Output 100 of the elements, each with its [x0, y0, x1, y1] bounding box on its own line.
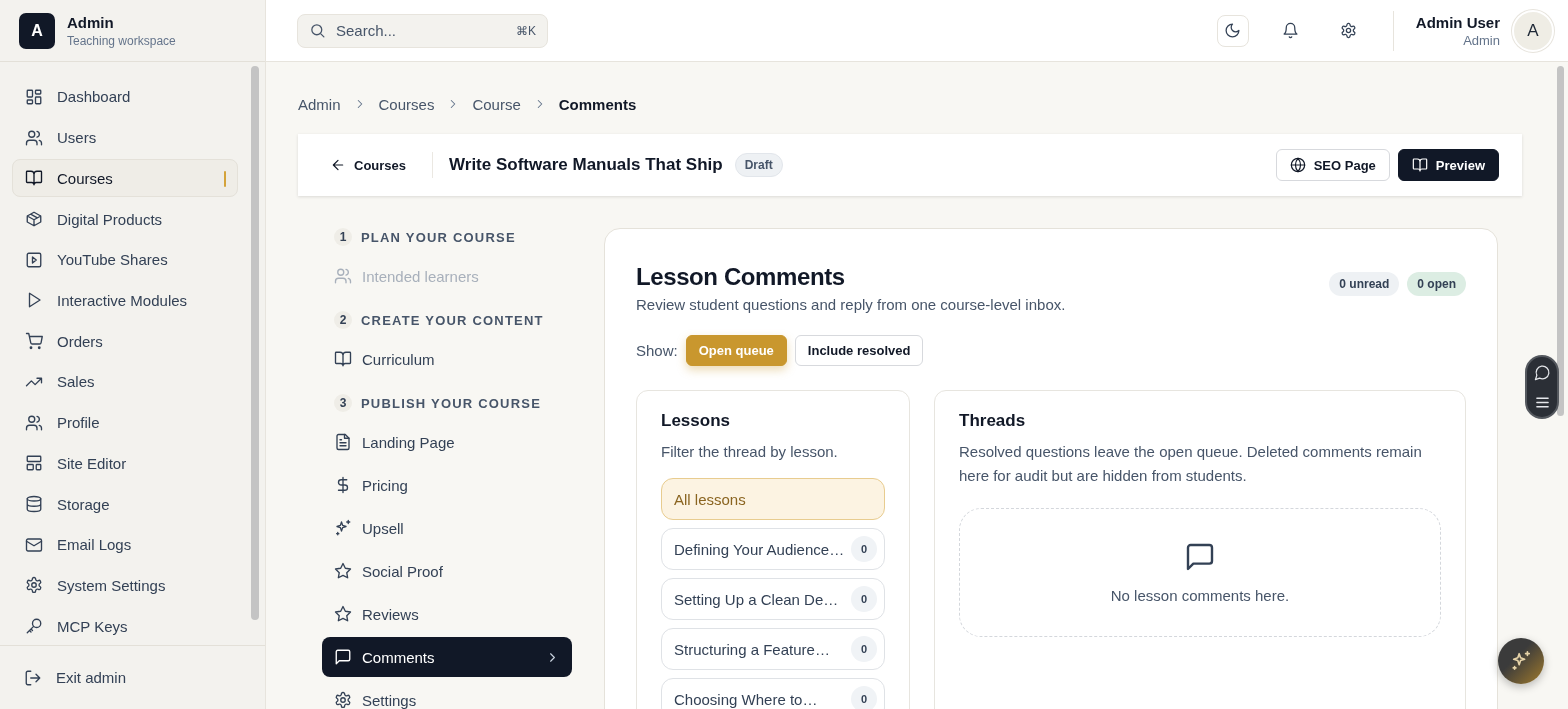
- step-title: CREATE YOUR CONTENT: [361, 312, 544, 328]
- comment-icon: [1184, 541, 1216, 573]
- panel-title: Threads: [959, 411, 1027, 431]
- breadcrumb-link[interactable]: Courses: [378, 95, 435, 113]
- logout-icon: [24, 668, 42, 687]
- cart-icon: [25, 332, 43, 351]
- step-nav-item[interactable]: Social Proof: [322, 551, 572, 591]
- key-icon: [25, 617, 43, 636]
- step-number: 1: [334, 228, 352, 246]
- breadcrumb-link[interactable]: Admin: [298, 95, 341, 113]
- moon-icon: [1224, 22, 1242, 39]
- workspace-logo: A: [19, 12, 55, 49]
- box-icon: [25, 210, 43, 228]
- chat-icon: [1533, 363, 1551, 381]
- filter-label: Show:: [636, 342, 678, 359]
- user-avatar[interactable]: A: [1512, 9, 1554, 52]
- step-nav-item[interactable]: Reviews: [322, 594, 572, 634]
- back-link[interactable]: Courses: [330, 152, 434, 178]
- settings-icon: [25, 576, 43, 595]
- lesson-filter-item[interactable]: All lessons: [661, 478, 885, 520]
- sidebar-item[interactable]: Email Logs: [12, 525, 238, 564]
- lesson-filter-item[interactable]: Structuring a Feature… 0: [661, 628, 885, 670]
- sidebar-item[interactable]: Dashboard: [12, 78, 238, 116]
- step-nav-item[interactable]: Pricing: [322, 465, 572, 505]
- lesson-filter-item[interactable]: Choosing Where to… 0: [661, 678, 885, 709]
- lesson-name: Choosing Where to…: [674, 690, 818, 708]
- filter-toggle[interactable]: Include resolved: [794, 335, 924, 366]
- users-icon: [25, 413, 43, 432]
- sidebar-item[interactable]: Site Editor: [12, 444, 238, 483]
- layout-icon: [25, 454, 43, 473]
- book-icon: [1411, 157, 1428, 173]
- lesson-name: Structuring a Feature…: [674, 640, 830, 658]
- search-icon: [309, 22, 326, 39]
- globe-icon: [1289, 157, 1306, 173]
- step-number: 3: [334, 394, 352, 412]
- count-badge: 0 open: [1407, 272, 1466, 296]
- search-input[interactable]: Search...: [334, 21, 508, 40]
- grid-icon: [25, 87, 43, 106]
- sparkle-icon: [1510, 650, 1532, 672]
- comment-icon: [334, 648, 352, 666]
- star-icon: [334, 605, 352, 623]
- book-icon: [334, 350, 352, 368]
- sidebar-item[interactable]: Storage: [12, 485, 238, 523]
- breadcrumb-link[interactable]: Course: [472, 95, 521, 113]
- preview-button[interactable]: Preview: [1397, 149, 1499, 181]
- search-field[interactable]: Search... ⌘K: [297, 13, 548, 48]
- sidebar-item[interactable]: Interactive Modules: [12, 281, 238, 320]
- sidebar-item[interactable]: Sales: [12, 363, 238, 401]
- seo-page-button[interactable]: SEO Page: [1275, 149, 1390, 181]
- sidebar-item[interactable]: Orders: [12, 322, 238, 361]
- workspace-name: Admin: [67, 13, 115, 31]
- sidebar-item[interactable]: Users: [12, 118, 238, 157]
- sidebar-item[interactable]: Digital Products: [12, 200, 238, 238]
- panel-title: Lessons: [661, 411, 731, 431]
- book-icon: [25, 169, 43, 188]
- step-nav-item[interactable]: Curriculum: [322, 339, 572, 379]
- step-nav-item[interactable]: Comments: [322, 637, 572, 677]
- breadcrumb-current: Comments: [558, 95, 637, 113]
- step-title: PUBLISH YOUR COURSE: [361, 395, 542, 411]
- shortcut-hint: ⌘K: [516, 23, 536, 38]
- step-title: PLAN YOUR COURSE: [361, 229, 516, 245]
- step-nav-item[interactable]: Upsell: [322, 508, 572, 548]
- lesson-name: Setting Up a Clean De…: [674, 590, 839, 608]
- exit-admin-link[interactable]: Exit admin: [0, 645, 265, 709]
- section-subtitle: Review student questions and reply from one course-level inbox.: [636, 296, 1066, 313]
- sidebar-item[interactable]: YouTube Shares: [12, 240, 238, 279]
- sidebar-item[interactable]: MCP Keys: [12, 607, 238, 645]
- section-title: Lesson Comments: [636, 263, 846, 291]
- step-nav-item[interactable]: Settings: [322, 680, 572, 709]
- database-icon: [25, 495, 43, 514]
- chat-button[interactable]: [1533, 363, 1551, 381]
- settings-icon: [334, 691, 352, 709]
- step-nav-item[interactable]: Landing Page: [322, 422, 572, 462]
- lesson-filter-item[interactable]: Setting Up a Clean De… 0: [661, 578, 885, 620]
- mail-icon: [25, 535, 43, 554]
- theme-toggle-button[interactable]: [1216, 14, 1249, 47]
- sidebar-item[interactable]: Courses: [12, 159, 238, 198]
- comment-count: 0: [851, 686, 877, 709]
- comment-count: 0: [851, 536, 877, 562]
- users-icon: [334, 267, 352, 285]
- back-arrow-icon: [330, 157, 346, 173]
- document-icon: [334, 433, 352, 451]
- lesson-name: Defining Your Audience…: [674, 540, 845, 558]
- sidebar-item[interactable]: System Settings: [12, 566, 238, 605]
- sparkle-icon: [334, 519, 352, 537]
- video-icon: [25, 250, 43, 269]
- active-indicator: [224, 171, 226, 188]
- lesson-filter-item[interactable]: Defining Your Audience… 0: [661, 528, 885, 570]
- empty-message: No lesson comments here.: [1110, 587, 1290, 604]
- step-number: 2: [334, 311, 352, 329]
- status-badge: Draft: [734, 153, 783, 177]
- workspace-subtitle: Teaching workspace: [67, 33, 176, 48]
- sidebar-item[interactable]: Profile: [12, 403, 238, 442]
- users-icon: [25, 128, 43, 147]
- panel-description: Resolved questions leave the open queue. Deleted comments remain here for audit but are hidden from students.: [959, 442, 1423, 486]
- course-title: Write Software Manuals That Ship: [449, 155, 723, 175]
- lesson-name: All lessons: [674, 490, 746, 508]
- user-name: Admin User: [1415, 13, 1500, 31]
- star-icon: [334, 562, 352, 580]
- comment-count: 0: [851, 586, 877, 612]
